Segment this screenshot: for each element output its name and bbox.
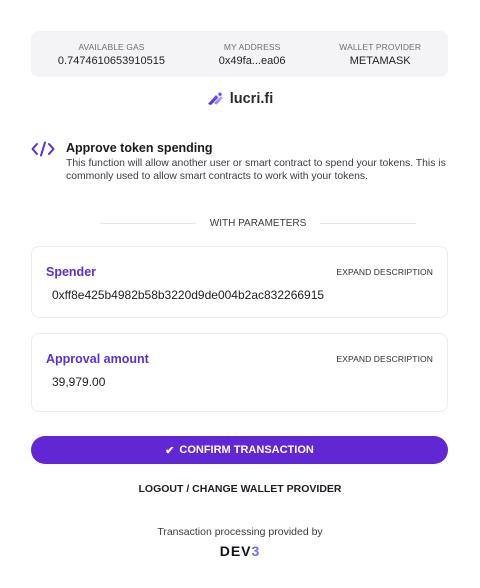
wallet-provider-value: METAMASK — [349, 54, 411, 67]
function-header: Approve token spending This function wil… — [31, 140, 451, 183]
available-gas-value: 0.7474610653910515 — [57, 54, 165, 67]
divider-line-left — [100, 223, 196, 224]
function-title: Approve token spending — [66, 141, 213, 155]
my-address: MY ADDRESS 0x49fa...ea06 — [219, 41, 286, 68]
param-value: 39,979.00 — [52, 375, 106, 389]
available-gas: AVAILABLE GAS 0.7474610653910515 — [58, 41, 165, 68]
lucri-logo-icon — [207, 92, 223, 105]
logout-change-provider-link[interactable]: LOGOUT / CHANGE WALLET PROVIDER — [0, 483, 480, 495]
provided-by-text: Transaction processing provided by — [157, 526, 323, 538]
param-card-spender: Spender EXPAND DESCRIPTION 0xff8e425b498… — [31, 246, 448, 318]
dev3-logo-text: DEV3 — [220, 543, 261, 559]
wallet-info-bar: AVAILABLE GAS 0.7474610653910515 MY ADDR… — [31, 31, 448, 77]
code-icon — [31, 141, 57, 183]
my-address-value: 0x49fa...ea06 — [218, 54, 286, 67]
function-description: This function will allow another user or… — [66, 158, 446, 182]
param-card-approval-amount: Approval amount EXPAND DESCRIPTION 39,97… — [31, 333, 448, 412]
dev3-logo-accent: 3 — [251, 543, 261, 559]
available-gas-label: AVAILABLE GAS — [78, 41, 145, 52]
dev3-logo: DEV3 — [0, 543, 480, 559]
my-address-label: MY ADDRESS — [223, 41, 281, 52]
confirm-transaction-button[interactable]: ✔ CONFIRM TRANSACTION — [31, 436, 448, 464]
check-icon: ✔ — [165, 444, 175, 457]
expand-description-button[interactable]: EXPAND DESCRIPTION — [336, 354, 433, 364]
param-name: Spender — [46, 265, 97, 279]
divider-label: WITH PARAMETERS — [209, 218, 307, 229]
confirm-label: CONFIRM TRANSACTION — [179, 444, 314, 456]
parameters-divider: WITH PARAMETERS — [100, 218, 417, 229]
wallet-provider: WALLET PROVIDER METAMASK — [339, 41, 421, 68]
brand-name: lucri.fi — [229, 91, 274, 107]
param-name: Approval amount — [46, 352, 149, 366]
brand-logo: lucri.fi — [0, 91, 480, 107]
dev3-logo-main: DEV — [219, 543, 252, 559]
param-value: 0xff8e425b4982b58b3220d9de004b2ac8322669… — [52, 288, 325, 302]
expand-description-button[interactable]: EXPAND DESCRIPTION — [336, 267, 433, 277]
wallet-provider-label: WALLET PROVIDER — [339, 41, 422, 52]
divider-line-right — [320, 223, 417, 224]
